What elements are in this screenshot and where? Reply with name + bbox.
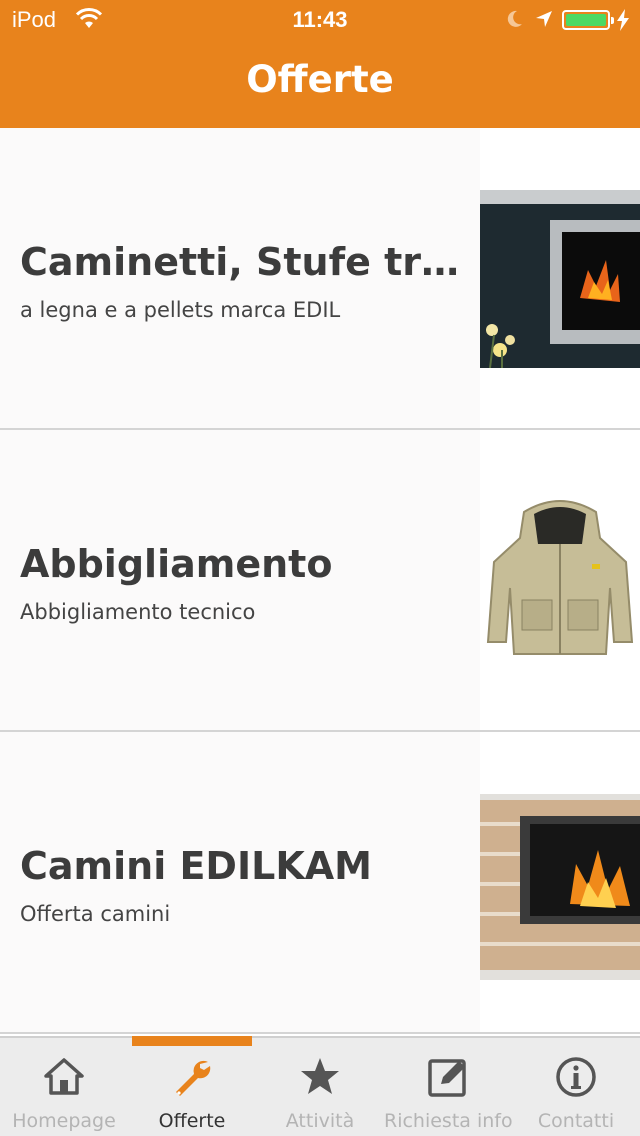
tab-label: Attività bbox=[285, 1110, 355, 1132]
tab-bar: Homepage Offerte Attività Richiesta info… bbox=[0, 1036, 640, 1136]
tab-label: Offerte bbox=[158, 1110, 226, 1132]
home-icon bbox=[0, 1056, 128, 1104]
battery-icon bbox=[562, 10, 614, 30]
moon-icon bbox=[504, 9, 524, 33]
offers-list: Caminetti, Stufe tra... a legna e a pell… bbox=[0, 128, 640, 1036]
list-item-title: Caminetti, Stufe tra... bbox=[20, 240, 460, 284]
fireplace-wall-image bbox=[480, 190, 640, 368]
info-icon bbox=[512, 1056, 640, 1104]
tab-active-indicator bbox=[132, 1036, 252, 1046]
list-item-title: Abbigliamento bbox=[20, 542, 333, 586]
nav-header: iPod 11:43 Offerte bbox=[0, 0, 640, 128]
star-icon bbox=[256, 1056, 384, 1104]
edit-icon bbox=[384, 1056, 512, 1104]
list-item-subtitle: a legna e a pellets marca EDIL bbox=[20, 298, 341, 322]
wrench-icon bbox=[128, 1056, 256, 1104]
list-item-title: Camini EDILKAM bbox=[20, 844, 372, 888]
status-bar: iPod 11:43 bbox=[0, 0, 640, 40]
fireplace-image bbox=[480, 794, 640, 980]
charging-bolt-icon bbox=[616, 9, 630, 35]
tab-attivita[interactable]: Attività bbox=[256, 1038, 384, 1136]
list-item[interactable]: Caminetti, Stufe tra... a legna e a pell… bbox=[0, 128, 640, 430]
list-item-subtitle: Offerta camini bbox=[20, 902, 171, 926]
tab-richiesta-info[interactable]: Richiesta info bbox=[384, 1038, 513, 1136]
page-title: Offerte bbox=[246, 58, 394, 101]
tab-label: Richiesta info bbox=[384, 1110, 513, 1132]
location-arrow-icon bbox=[534, 9, 554, 33]
list-item-subtitle: Abbigliamento tecnico bbox=[20, 600, 256, 624]
list-item[interactable]: Abbigliamento Abbigliamento tecnico bbox=[0, 430, 640, 732]
list-item[interactable]: Camini EDILKAM Offerta camini bbox=[0, 732, 640, 1034]
tab-label: Contatti bbox=[537, 1110, 615, 1132]
jacket-image bbox=[480, 492, 640, 668]
tab-offerte[interactable]: Offerte bbox=[128, 1036, 256, 1136]
tab-label: Homepage bbox=[12, 1110, 116, 1132]
tab-homepage[interactable]: Homepage bbox=[0, 1038, 128, 1136]
tab-contatti[interactable]: Contatti bbox=[512, 1038, 640, 1136]
